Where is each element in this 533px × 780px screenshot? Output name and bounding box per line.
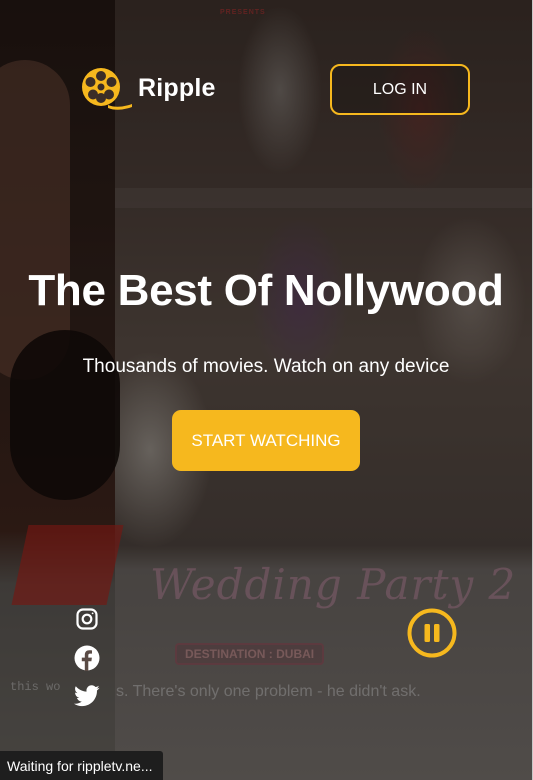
instagram-link[interactable] (74, 607, 100, 636)
facebook-icon (74, 645, 100, 676)
pause-button[interactable] (407, 608, 457, 658)
brand-name: Ripple (138, 73, 216, 102)
login-button[interactable]: LOG IN (330, 64, 470, 115)
facebook-link[interactable] (74, 645, 100, 676)
instagram-icon (75, 607, 99, 636)
hero-subtitle: Thousands of movies. Watch on any device (82, 356, 450, 377)
start-watching-button[interactable]: START WATCHING (172, 410, 360, 471)
twitter-icon (74, 684, 100, 712)
twitter-link[interactable] (74, 684, 100, 712)
site-logo[interactable]: Ripple (80, 66, 216, 110)
film-reel-icon (80, 66, 132, 110)
pause-icon (407, 608, 457, 662)
hero-title: The Best Of Nollywood (28, 266, 504, 315)
browser-status-bar: Waiting for rippletv.ne... (0, 751, 163, 780)
